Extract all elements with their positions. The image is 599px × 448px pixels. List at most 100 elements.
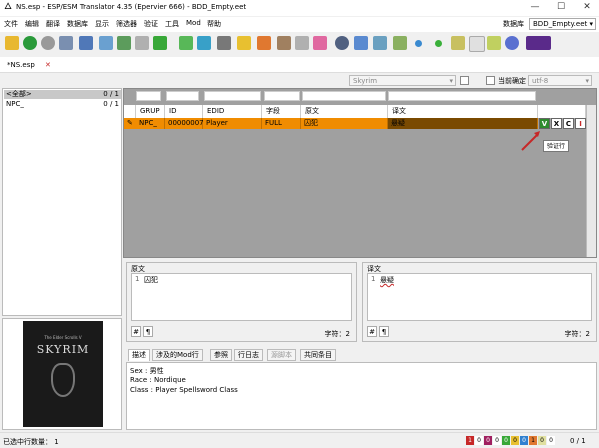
tab-references[interactable]: 参照 (210, 349, 232, 361)
col-id[interactable]: ID (165, 105, 203, 118)
db-gray-icon[interactable] (217, 36, 231, 50)
menu-validate[interactable]: 验证 (144, 19, 158, 29)
game-select[interactable]: Skyrim ▾ (349, 75, 456, 86)
header-icon-col (124, 105, 136, 118)
cover-subtitle: The Elder Scrolls V (44, 335, 82, 340)
info-icon[interactable] (505, 36, 519, 50)
copy-button[interactable]: C (563, 118, 574, 129)
dot-blue-icon[interactable] (415, 40, 422, 47)
db-brown-icon[interactable] (277, 36, 291, 50)
disc-icon[interactable] (335, 36, 349, 50)
target-text-field[interactable]: 1 悬疑 (367, 273, 592, 321)
menu-mod[interactable]: Mod (186, 19, 201, 27)
menu-tools[interactable]: 工具 (165, 19, 179, 29)
tab-description[interactable]: 描述 (128, 349, 150, 361)
tab-ns-esp[interactable]: *NS.esp ✕ (3, 59, 55, 72)
source-panel: 原文 1 囚犯 # ¶ 字符：2 (126, 262, 357, 342)
cell-target: 悬疑 (388, 118, 538, 129)
source-filter[interactable] (302, 91, 386, 101)
target-filter[interactable] (388, 91, 536, 101)
col-grup[interactable]: GRUP (136, 105, 165, 118)
col-source[interactable]: 原文 (301, 105, 388, 118)
string-grid: GRUP ID EDID 字段 原文 译文 ✎ NPC_ 00000007 Pl… (123, 88, 597, 258)
document-tabs: *NS.esp ✕ (0, 57, 599, 73)
minimize-icon[interactable]: — (523, 0, 547, 16)
open-folder-icon[interactable] (5, 36, 19, 50)
menu-translate[interactable]: 翻译 (46, 19, 60, 29)
doc-icon[interactable] (135, 36, 149, 50)
source-text-field[interactable]: 1 囚犯 (131, 273, 352, 321)
selected-rows-status: 已选中行数量： 1 (3, 438, 59, 446)
close-tab-icon[interactable]: ✕ (45, 61, 51, 69)
plugin-icon[interactable] (487, 36, 501, 50)
info-line: Race : Nordique (130, 376, 186, 384)
menu-help[interactable]: 帮助 (207, 19, 221, 29)
status-count: 0 (547, 436, 555, 445)
field-filter[interactable] (264, 91, 300, 101)
chevron-down-icon: ▾ (589, 20, 593, 28)
col-field[interactable]: 字段 (262, 105, 301, 118)
maximize-icon[interactable]: ☐ (549, 0, 573, 16)
tab-row-log[interactable]: 行日志 (234, 349, 263, 361)
export-icon[interactable] (99, 36, 113, 50)
status-count: 0 (484, 436, 492, 445)
menu-filter[interactable]: 筛选器 (116, 19, 137, 29)
dragon-emblem-icon (51, 363, 75, 397)
spellcheck-icon[interactable] (393, 36, 407, 50)
status-bar: 已选中行数量： 1 1 0 0 0 0 0 0 1 0 0 0 / 1 (0, 432, 599, 448)
menu-view[interactable]: 显示 (95, 19, 109, 29)
image-icon[interactable] (59, 36, 73, 50)
database-select[interactable]: BDD_Empty.eet ▾ (529, 18, 596, 30)
tab-source-script[interactable]: 源脚本 (267, 349, 296, 361)
puzzle-icon[interactable] (451, 36, 465, 50)
cell-source: 囚犯 (301, 118, 388, 129)
col-edid[interactable]: EDID (203, 105, 262, 118)
dot-green-icon[interactable] (435, 40, 442, 47)
list-item[interactable]: <全部> 0 / 1 (4, 90, 121, 99)
book-icon[interactable] (469, 36, 485, 52)
tab-common-entries[interactable]: 共同条目 (300, 349, 336, 361)
list-item[interactable]: NPC_ 0 / 1 (4, 100, 121, 109)
db-yellow-icon[interactable] (237, 36, 251, 50)
gear-icon[interactable] (41, 36, 55, 50)
line-number: 1 (371, 275, 376, 283)
close-icon[interactable]: ✕ (575, 0, 599, 16)
encoding-select[interactable]: utf-8 ▾ (528, 75, 592, 86)
status-total: 0 / 1 (570, 437, 586, 445)
pilcrow-button[interactable]: ¶ (143, 326, 153, 337)
tools-icon[interactable] (79, 36, 93, 50)
db-pink-icon[interactable] (313, 36, 327, 50)
toggle-checkbox[interactable] (460, 76, 469, 85)
reject-button[interactable]: X (551, 118, 562, 129)
import-icon[interactable] (117, 36, 131, 50)
hash-button[interactable]: # (131, 326, 141, 337)
col-target[interactable]: 译文 (388, 105, 538, 118)
monitor-icon[interactable] (354, 36, 368, 50)
pilcrow-button[interactable]: ¶ (379, 326, 389, 337)
tab-related-mods[interactable]: 涉及的Mod行 (152, 349, 203, 361)
arrow-right-icon[interactable] (153, 36, 167, 50)
db-lightgray-icon[interactable] (295, 36, 309, 50)
edid-filter[interactable] (204, 91, 261, 101)
ignore-button[interactable]: I (575, 118, 586, 129)
menu-file[interactable]: 文件 (4, 19, 18, 29)
db-blue-icon[interactable] (197, 36, 211, 50)
grup-filter[interactable] (136, 91, 161, 101)
dynamic-string-icon[interactable] (526, 36, 551, 50)
menu-edit[interactable]: 编辑 (25, 19, 39, 29)
id-filter[interactable] (166, 91, 199, 101)
menu-bar: 文件 编辑 翻译 数据库 显示 筛选器 验证 工具 Mod 帮助 数据库 BDD… (0, 17, 599, 32)
db-orange-icon[interactable] (257, 36, 271, 50)
info-line: Class : Player Spellsword Class (130, 386, 238, 394)
grid-scrollbar[interactable] (586, 105, 596, 257)
brush-icon[interactable] (373, 36, 387, 50)
forward-icon[interactable] (23, 36, 37, 50)
status-count: 1 (529, 436, 537, 445)
db-green-icon[interactable] (179, 36, 193, 50)
menu-database[interactable]: 数据库 (67, 19, 88, 29)
encoding-value: utf-8 (532, 77, 549, 85)
record-type-list: <全部> 0 / 1 NPC_ 0 / 1 (2, 88, 122, 316)
target-char-count: 字符：2 (564, 330, 590, 338)
current-only-checkbox[interactable] (486, 76, 495, 85)
hash-button[interactable]: # (367, 326, 377, 337)
